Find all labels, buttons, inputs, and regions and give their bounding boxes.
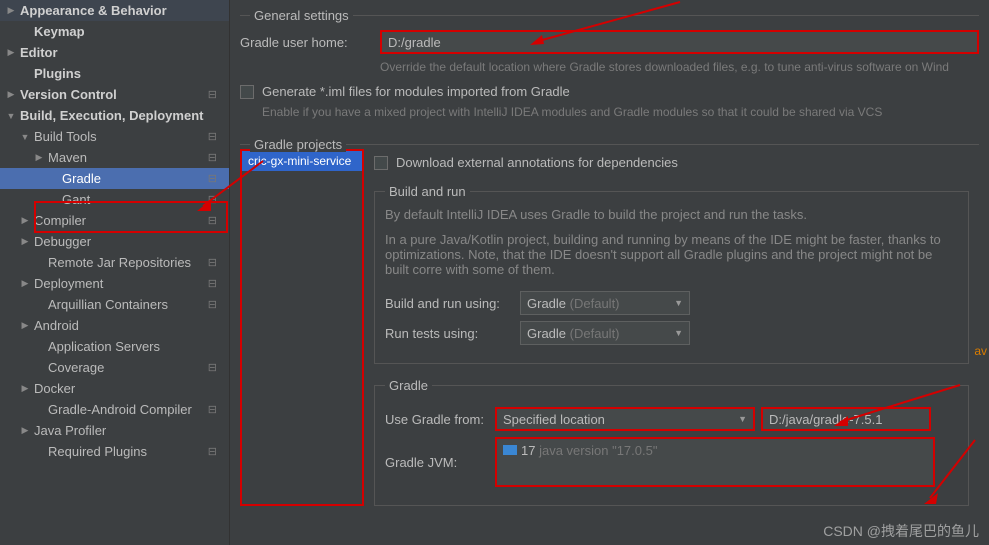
sidebar-item-label: Required Plugins (48, 444, 147, 459)
use-gradle-from-label: Use Gradle from: (385, 412, 495, 427)
expand-arrow-icon (6, 47, 16, 58)
sidebar-item-label: Android (34, 318, 79, 333)
generate-iml-label: Generate *.iml files for modules importe… (262, 84, 570, 99)
project-list[interactable]: cric-gx-mini-service (240, 149, 364, 506)
chevron-down-icon: ▼ (674, 328, 683, 338)
expand-arrow-icon (20, 425, 30, 436)
sidebar-item-label: Debugger (34, 234, 91, 249)
build-using-label: Build and run using: (385, 296, 520, 311)
settings-main: General settings Gradle user home: Overr… (230, 0, 989, 545)
sidebar-item[interactable]: Deployment ⊟ (0, 273, 229, 294)
sidebar-item[interactable]: Plugins (0, 63, 229, 84)
sidebar-item-label: Editor (20, 45, 58, 60)
sidebar-item[interactable]: Build, Execution, Deployment (0, 105, 229, 126)
expand-arrow-icon (6, 111, 16, 121)
chevron-down-icon: ▼ (738, 414, 747, 424)
project-scope-icon: ⊟ (208, 298, 223, 311)
clipped-text: av (974, 344, 987, 358)
gradle-group-title: Gradle (385, 378, 432, 393)
gradle-user-home-input[interactable] (380, 30, 979, 54)
gradle-user-home-help: Override the default location where Grad… (380, 60, 979, 74)
jdk-icon (503, 445, 517, 455)
settings-sidebar: Appearance & Behavior Keymap Editor Plugins… (0, 0, 230, 545)
sidebar-item-label: Remote Jar Repositories (48, 255, 191, 270)
project-list-item[interactable]: cric-gx-mini-service (242, 151, 362, 171)
tests-using-label: Run tests using: (385, 326, 520, 341)
general-settings-title: General settings (250, 8, 353, 23)
expand-arrow-icon (20, 236, 30, 247)
sidebar-item[interactable]: Keymap (0, 21, 229, 42)
expand-arrow-icon (20, 383, 30, 394)
annotation-gradle-box (34, 201, 228, 233)
build-using-combo[interactable]: Gradle (Default) ▼ (520, 291, 690, 315)
download-annotations-checkbox[interactable] (374, 156, 388, 170)
sidebar-item[interactable]: Docker (0, 378, 229, 399)
sidebar-item[interactable]: Build Tools ⊟ (0, 126, 229, 147)
sidebar-item-label: Deployment (34, 276, 103, 291)
gradle-user-home-label: Gradle user home: (240, 35, 380, 50)
sidebar-item[interactable]: Java Profiler (0, 420, 229, 441)
build-and-run-title: Build and run (385, 184, 470, 199)
sidebar-item-label: Arquillian Containers (48, 297, 168, 312)
sidebar-item[interactable]: Required Plugins ⊟ (0, 441, 229, 462)
sidebar-item-label: Coverage (48, 360, 104, 375)
sidebar-item[interactable]: Debugger (0, 231, 229, 252)
project-scope-icon: ⊟ (208, 151, 223, 164)
expand-arrow-icon (20, 132, 30, 142)
sidebar-item-label: Gradle (62, 171, 101, 186)
sidebar-item[interactable]: Version Control ⊟ (0, 84, 229, 105)
sidebar-item[interactable]: Gradle-Android Compiler ⊟ (0, 399, 229, 420)
sidebar-item-label: Gradle-Android Compiler (48, 402, 192, 417)
expand-arrow-icon (20, 215, 30, 226)
sidebar-item[interactable]: Android (0, 315, 229, 336)
sidebar-item-label: Application Servers (48, 339, 160, 354)
gradle-group: Gradle Use Gradle from: Specified locati… (374, 378, 969, 506)
sidebar-item-label: Build, Execution, Deployment (20, 108, 203, 123)
expand-arrow-icon (20, 320, 30, 331)
sidebar-item-label: Keymap (34, 24, 85, 39)
generate-iml-checkbox[interactable] (240, 85, 254, 99)
expand-arrow-icon (6, 89, 16, 100)
tests-using-combo[interactable]: Gradle (Default) ▼ (520, 321, 690, 345)
project-scope-icon: ⊟ (208, 445, 223, 458)
expand-arrow-icon (34, 152, 44, 163)
sidebar-item[interactable]: Gradle ⊟ (0, 168, 229, 189)
gradle-jvm-label: Gradle JVM: (385, 455, 495, 470)
project-scope-icon: ⊟ (208, 172, 223, 185)
build-run-desc1: By default IntelliJ IDEA uses Gradle to … (385, 207, 958, 222)
sidebar-item-label: Version Control (20, 87, 117, 102)
sidebar-item-label: Build Tools (34, 129, 97, 144)
project-scope-icon: ⊟ (208, 403, 223, 416)
project-scope-icon: ⊟ (208, 361, 223, 374)
project-scope-icon: ⊟ (208, 88, 223, 101)
project-scope-icon: ⊟ (208, 277, 223, 290)
sidebar-item[interactable]: Maven ⊟ (0, 147, 229, 168)
project-scope-icon: ⊟ (208, 256, 223, 269)
sidebar-item[interactable]: Application Servers (0, 336, 229, 357)
gradle-projects-title: Gradle projects (250, 137, 346, 152)
sidebar-item[interactable]: Remote Jar Repositories ⊟ (0, 252, 229, 273)
sidebar-item[interactable]: Editor (0, 42, 229, 63)
sidebar-item[interactable]: Coverage ⊟ (0, 357, 229, 378)
use-gradle-from-combo[interactable]: Specified location ▼ (495, 407, 755, 431)
sidebar-item-label: Maven (48, 150, 87, 165)
download-annotations-label: Download external annotations for depend… (396, 155, 678, 170)
sidebar-item-label: Appearance & Behavior (20, 3, 167, 18)
build-run-desc2: In a pure Java/Kotlin project, building … (385, 232, 958, 277)
sidebar-item[interactable]: Arquillian Containers ⊟ (0, 294, 229, 315)
watermark: CSDN @拽着尾巴的鱼儿 (823, 521, 979, 541)
sidebar-item-label: Docker (34, 381, 75, 396)
generate-iml-help: Enable if you have a mixed project with … (262, 105, 979, 119)
expand-arrow-icon (20, 278, 30, 289)
gradle-jvm-combo[interactable]: 17 java version "17.0.5" (495, 437, 935, 487)
gradle-location-input[interactable]: D:/java/gradle-7.5.1 (761, 407, 931, 431)
sidebar-item[interactable]: Appearance & Behavior (0, 0, 229, 21)
build-and-run-group: Build and run By default IntelliJ IDEA u… (374, 184, 969, 364)
sidebar-item-label: Java Profiler (34, 423, 106, 438)
sidebar-item-label: Plugins (34, 66, 81, 81)
project-scope-icon: ⊟ (208, 130, 223, 143)
chevron-down-icon: ▼ (674, 298, 683, 308)
expand-arrow-icon (6, 5, 16, 16)
